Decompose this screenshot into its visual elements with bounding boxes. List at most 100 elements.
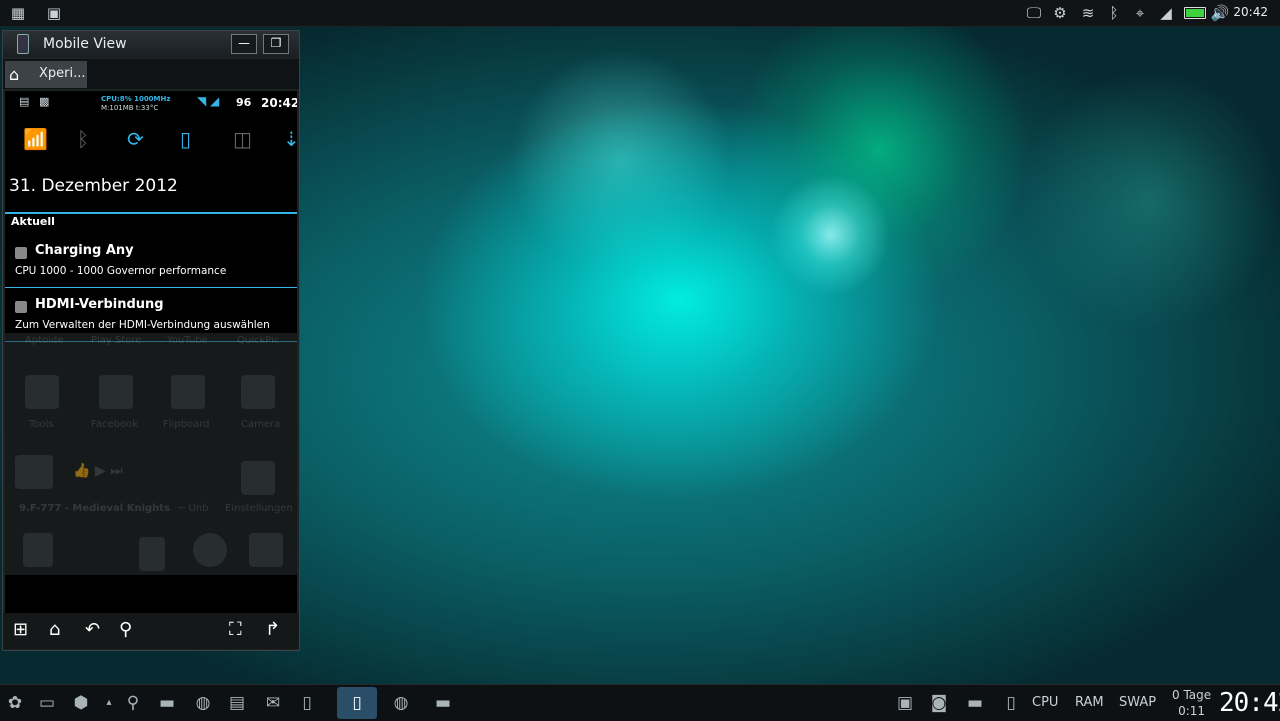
divider (5, 287, 297, 288)
camera-icon (241, 375, 275, 409)
image-viewer-icon[interactable]: ▤ (226, 692, 248, 714)
cpu-line: CPU:8% 1000MHz (101, 95, 171, 103)
mail-icon[interactable]: ✉ (262, 692, 284, 714)
phone-screen: ▤ ▩ CPU:8% 1000MHz M:101MB t:33°C ◥ ◢ 96… (5, 91, 297, 640)
window-toolbar: ⊞ ⌂ ↶ ⚲ ⛶ ↱ (3, 613, 299, 649)
app-label: QuickPic (237, 335, 280, 346)
sync-toggle-icon[interactable]: ◫ (233, 127, 252, 151)
music-sub: ~ Unb (177, 503, 209, 514)
notification-title: HDMI-Verbindung (35, 297, 164, 312)
uptime[interactable]: 0 Tage 0:11 (1172, 687, 1211, 719)
app-label: Einstellungen (225, 503, 293, 514)
phone-icon: ▯ (352, 693, 362, 713)
kde-menu-icon[interactable]: ✿ (4, 692, 26, 714)
search-icon[interactable]: ⚲ (119, 619, 132, 640)
app-icon (249, 533, 283, 567)
app-label: Camera (241, 419, 281, 430)
home-screen-background: Aptoide Play Store YouTube QuickPic Tool… (5, 333, 297, 575)
back-icon[interactable]: ↶ (85, 619, 100, 640)
bottom-panel: ✿ ▭ ⬢ ▴ ⚲ ▬ ◍ ▤ ✉ ▯ ▯ ◍ ▬ ▣ ◙ ▬ ▯ CPU RA… (0, 684, 1280, 721)
phone-status-bar: ▤ ▩ CPU:8% 1000MHz M:101MB t:33°C ◥ ◢ 96… (5, 91, 297, 115)
bluetooth-icon[interactable]: ᛒ (1104, 3, 1124, 23)
whatsapp-icon (193, 533, 227, 567)
chip-icon (15, 247, 27, 259)
minimize-button[interactable]: — (231, 34, 257, 54)
wifi-icon[interactable]: ≋ (1078, 3, 1098, 23)
location-icon[interactable]: ⌖ (1130, 3, 1150, 23)
display-icon[interactable]: ▣ (894, 692, 916, 714)
tab-xperia[interactable]: ⌂ Xperi... (5, 61, 87, 88)
music-track: 9.F-777 - Medieval Knights (19, 503, 171, 514)
notification-title: Charging Any (35, 243, 134, 258)
notes-icon[interactable]: ▯ (296, 692, 318, 714)
app-menu-icon[interactable]: ▦ (8, 3, 28, 23)
uptime-time: 0:11 (1178, 704, 1206, 718)
settings-icon (241, 461, 275, 495)
tab-bar: ⌂ Xperi... (3, 59, 299, 89)
notification-date: 31. Dezember 2012 (9, 176, 178, 196)
tools-icon (25, 375, 59, 409)
section-label: Aktuell (11, 215, 55, 228)
music-controls-icon: 👍 ▶ ⏭ (73, 463, 123, 479)
screenshot-icon[interactable]: ⛶ (229, 619, 242, 640)
mem-line: M:101MB t:33°C (101, 104, 159, 112)
chip-icon: ▩ (39, 95, 50, 108)
bluetooth-toggle-icon[interactable]: ᛒ (77, 127, 89, 151)
notification-item[interactable]: Charging Any CPU 1000 - 1000 Governor pe… (5, 241, 297, 293)
quick-settings: 📶 ᛒ ⟳ ▯ ◫ ⇣ (5, 119, 297, 159)
top-panel: ▦ ▣ 🖵 ⚙ ≋ ᛒ ⌖ ◢ 🔊 20:42 (0, 0, 1280, 27)
app-drawer-icon (139, 537, 165, 571)
apps-grid-icon[interactable]: ⊞ (13, 619, 28, 640)
window-titlebar[interactable]: Mobile View — ❐ (3, 31, 299, 57)
phone-icon[interactable]: ▯ (1000, 692, 1022, 714)
divider (5, 212, 297, 214)
app-label: YouTube (167, 335, 208, 346)
album-art-icon (15, 455, 53, 489)
topbar-clock[interactable]: 20:42 (1233, 5, 1268, 19)
volume-icon[interactable]: 🔊 (1210, 3, 1230, 23)
cpu-info: CPU:8% 1000MHz M:101MB t:33°C (101, 95, 170, 113)
mobile-view-window: Mobile View — ❐ ⌂ Xperi... ▤ ▩ CPU:8% 10… (2, 30, 300, 651)
package-icon[interactable]: ⬢ (70, 692, 92, 714)
display-icon[interactable]: 🖵 (1024, 3, 1044, 23)
notification-text: Zum Verwalten der HDMI-Verbindung auswäh… (15, 319, 270, 331)
signal-icon[interactable]: ◢ (1156, 3, 1176, 23)
hdmi-icon (15, 301, 27, 313)
app-label: Tools (29, 419, 54, 430)
maximize-button[interactable]: ❐ (263, 34, 289, 54)
screenshot-icon: ▤ (19, 95, 30, 108)
panel-clock[interactable]: 20:42 (1219, 688, 1280, 718)
phone-clock: 20:42 (261, 96, 297, 110)
search-icon[interactable]: ⚲ (122, 692, 144, 714)
task-browser-icon[interactable]: ◍ (390, 692, 412, 714)
vibrate-toggle-icon[interactable]: ▯ (180, 127, 191, 151)
app-label: Play Store (91, 335, 142, 346)
app-label: Flipboard (163, 419, 210, 430)
ram-monitor[interactable]: RAM (1075, 695, 1104, 710)
folder-icon[interactable]: ▬ (156, 692, 178, 714)
phone-icon (17, 34, 29, 54)
home-icon[interactable]: ⌂ (49, 619, 60, 640)
rotation-toggle-icon[interactable]: ⟳ (127, 127, 144, 151)
gear-icon[interactable]: ⚙ (1050, 3, 1070, 23)
task-folder-icon[interactable]: ▬ (432, 692, 454, 714)
wifi-signal-icon: ◥ ◢ (197, 94, 220, 108)
terminal-icon[interactable]: ▭ (36, 692, 58, 714)
notification-text: CPU 1000 - 1000 Governor performance (15, 265, 227, 277)
expand-icon[interactable]: ▴ (98, 692, 120, 714)
data-toggle-icon[interactable]: ⇣ (283, 127, 297, 151)
camera-icon[interactable]: ◙ (928, 692, 950, 714)
rotate-icon[interactable]: ↱ (265, 619, 280, 640)
folder-icon[interactable]: ▬ (964, 692, 986, 714)
browser-icon[interactable]: ◍ (192, 692, 214, 714)
window-title: Mobile View (43, 36, 127, 52)
cpu-monitor[interactable]: CPU (1032, 695, 1058, 710)
voice-icon (23, 533, 53, 567)
battery-icon[interactable] (1184, 7, 1206, 19)
facebook-icon (99, 375, 133, 409)
desktop-switcher-icon[interactable]: ▣ (44, 3, 64, 23)
wifi-toggle-icon[interactable]: 📶 (23, 127, 48, 151)
app-label: Aptoide (25, 335, 64, 346)
battery-level: 96 (236, 96, 252, 109)
swap-monitor[interactable]: SWAP (1119, 695, 1156, 710)
